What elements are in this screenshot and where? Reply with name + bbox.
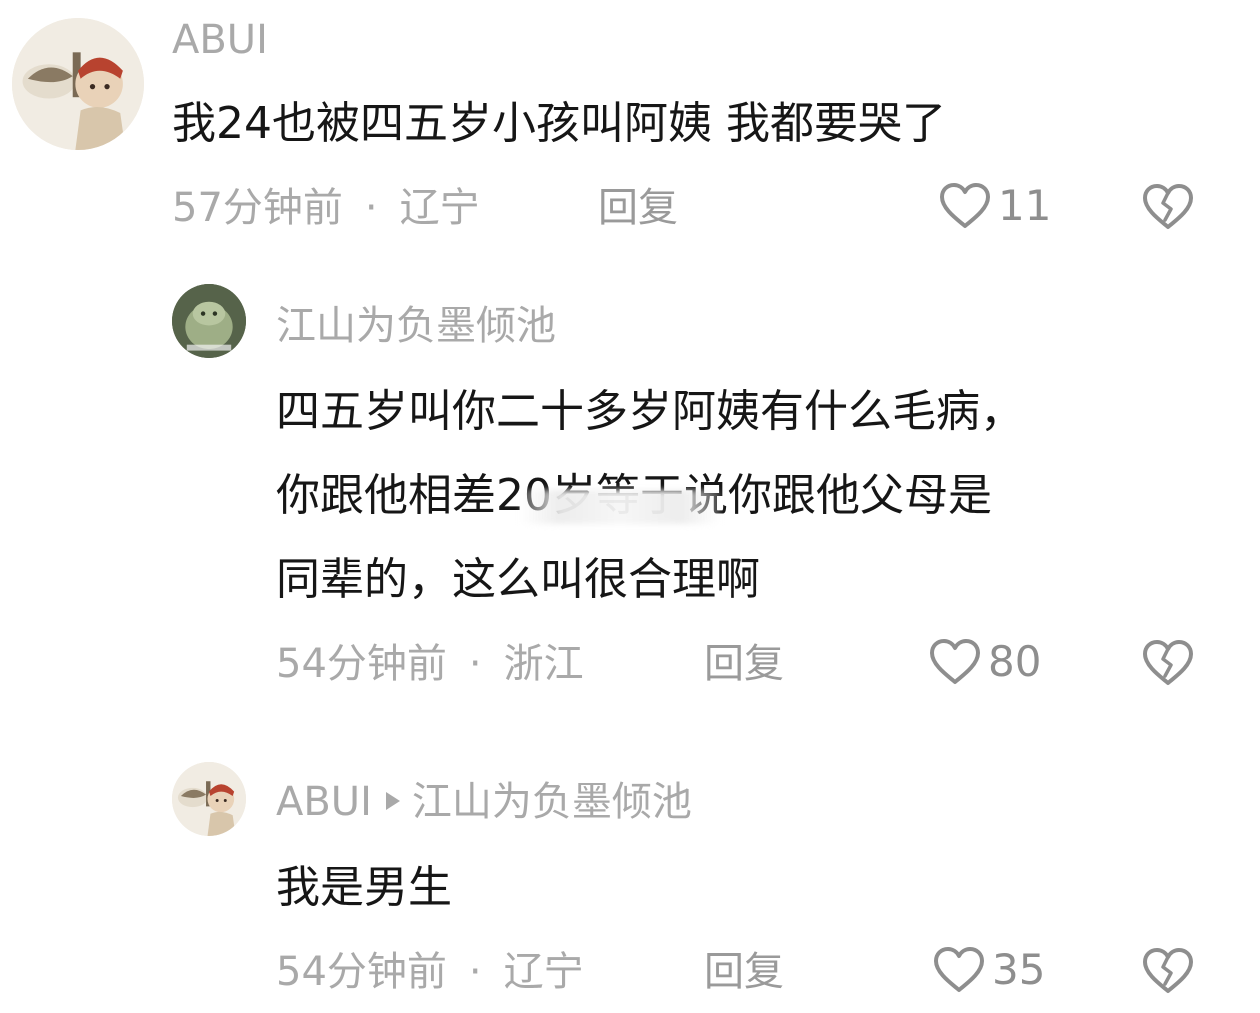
avatar-image bbox=[12, 18, 144, 150]
comment-text: 我是男生 bbox=[276, 862, 452, 913]
heart-outline-icon bbox=[930, 639, 980, 684]
comment-location: 辽宁 bbox=[399, 185, 480, 231]
like-count: 11 bbox=[998, 181, 1052, 230]
author-name[interactable]: ABUI bbox=[276, 779, 372, 825]
meta-separator: · bbox=[364, 185, 378, 231]
comment-meta: 54分钟前 · 浙江 bbox=[276, 640, 584, 688]
dislike-button[interactable] bbox=[1140, 182, 1196, 232]
blur-overlay bbox=[520, 490, 720, 524]
broken-heart-icon bbox=[1143, 184, 1193, 229]
meta-separator: · bbox=[468, 641, 482, 687]
avatar-image bbox=[172, 762, 246, 836]
broken-heart-icon bbox=[1143, 640, 1193, 685]
avatar-image bbox=[172, 284, 246, 358]
reply-arrow-icon bbox=[385, 792, 400, 810]
avatar-abui[interactable] bbox=[12, 18, 144, 150]
like-button[interactable]: 11 bbox=[938, 182, 1051, 230]
comment-time: 54分钟前 bbox=[276, 641, 447, 687]
heart-outline-icon bbox=[940, 183, 990, 228]
like-button[interactable]: 80 bbox=[928, 638, 1041, 686]
avatar-jiangshan[interactable] bbox=[172, 284, 246, 358]
meta-separator: · bbox=[468, 949, 482, 995]
reply-button[interactable]: 回复 bbox=[598, 184, 678, 232]
comment-text-line-1: 四五岁叫你二十多岁阿姨有什么毛病， bbox=[276, 386, 1024, 437]
comment-text: 我24也被四五岁小孩叫阿姨 我都要哭了 bbox=[172, 98, 946, 149]
comment-time: 57分钟前 bbox=[172, 185, 343, 231]
comment-username[interactable]: ABUI bbox=[172, 16, 268, 64]
like-button[interactable]: 35 bbox=[932, 946, 1045, 994]
comment-meta: 54分钟前 · 辽宁 bbox=[276, 948, 584, 996]
comment-location: 辽宁 bbox=[503, 949, 584, 995]
comment-location: 浙江 bbox=[503, 641, 584, 687]
like-count: 80 bbox=[988, 637, 1042, 686]
comment-username[interactable]: 江山为负墨倾池 bbox=[276, 302, 556, 350]
broken-heart-icon bbox=[1143, 948, 1193, 993]
comment-username: ABUI 江山为负墨倾池 bbox=[276, 778, 692, 826]
comment-meta: 57分钟前 · 辽宁 bbox=[172, 184, 480, 232]
comment-text-line-3: 同辈的，这么叫很合理啊 bbox=[276, 554, 760, 605]
dislike-button[interactable] bbox=[1140, 638, 1196, 688]
avatar-abui[interactable] bbox=[172, 762, 246, 836]
reply-to-name[interactable]: 江山为负墨倾池 bbox=[412, 779, 692, 825]
reply-button[interactable]: 回复 bbox=[704, 640, 784, 688]
dislike-button[interactable] bbox=[1140, 946, 1196, 996]
comment-time: 54分钟前 bbox=[276, 949, 447, 995]
like-count: 35 bbox=[992, 945, 1046, 994]
heart-outline-icon bbox=[934, 947, 984, 992]
reply-button[interactable]: 回复 bbox=[704, 948, 784, 996]
